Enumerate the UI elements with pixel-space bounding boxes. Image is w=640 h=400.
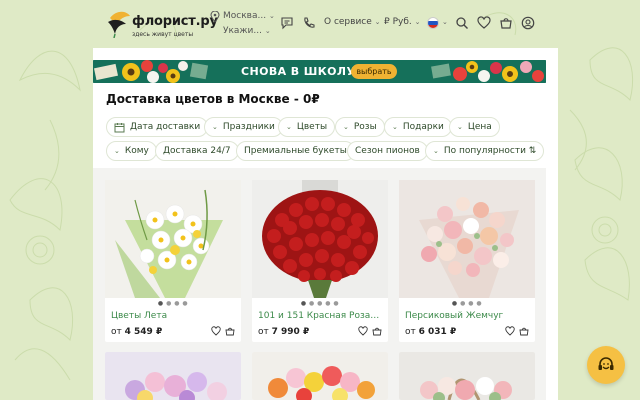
headset-icon <box>598 357 614 370</box>
product-image[interactable] <box>252 352 388 400</box>
add-to-cart-icon[interactable] <box>519 326 529 336</box>
site-header: флорист.ру здесь живут цветы Москва... ⌄… <box>0 0 640 48</box>
logo-text: флорист.ру <box>132 14 218 29</box>
about-service-menu[interactable]: О сервисе ⌄ <box>324 17 381 27</box>
filter-holidays[interactable]: ⌄ Праздники <box>204 117 283 137</box>
product-name[interactable]: 101 и 151 Красная Роза Ке... <box>258 311 382 321</box>
phone-icon[interactable] <box>301 15 317 31</box>
location-selector[interactable]: Москва... ⌄ Укажи... ⌄ <box>210 8 275 40</box>
chevron-down-icon: ⌄ <box>268 12 275 20</box>
search-icon[interactable] <box>454 15 470 31</box>
image-carousel-dots[interactable]: ● ● ● ● <box>399 301 535 307</box>
filter-premium-bouquets[interactable]: Премиальные букеты <box>236 141 355 161</box>
product-image[interactable] <box>399 352 535 400</box>
chevron-down-icon: ⌄ <box>392 123 398 131</box>
product-card[interactable] <box>252 352 388 400</box>
banner-choose-button[interactable]: выбрать <box>351 64 397 79</box>
logo-tagline: здесь живут цветы <box>132 31 194 38</box>
city-selector[interactable]: Москва... ⌄ <box>223 11 275 21</box>
chat-icon[interactable] <box>279 15 295 31</box>
image-carousel-dots[interactable]: ● ● ● ● <box>105 301 241 307</box>
product-card[interactable]: ● ● ● ● Персиковый Жемчуг от 6 031 ₽ <box>399 180 535 342</box>
chevron-down-icon: ⌄ <box>343 123 349 131</box>
page-title: Доставка цветов в Москве - 0₽ <box>106 92 320 106</box>
banner-flowers-left-image <box>93 60 213 83</box>
add-to-cart-icon[interactable] <box>225 326 235 336</box>
add-to-cart-icon[interactable] <box>372 326 382 336</box>
cart-icon[interactable] <box>498 15 514 31</box>
chevron-down-icon: ⌄ <box>114 147 120 155</box>
logo-flower-icon <box>108 11 130 38</box>
product-price: от 7 990 ₽ <box>258 327 310 337</box>
banner-flowers-right-image <box>426 60 546 83</box>
filter-peony-season[interactable]: Сезон пионов <box>347 141 428 161</box>
chevron-down-icon: ⌄ <box>414 18 421 26</box>
chevron-down-icon: ⌄ <box>457 123 463 131</box>
product-name[interactable]: Цветы Лета <box>111 311 235 321</box>
product-card[interactable]: ● ● ● ● ● 101 и 151 Красная Роза Ке... о… <box>252 180 388 342</box>
product-card[interactable] <box>105 352 241 400</box>
product-name[interactable]: Персиковый Жемчуг <box>405 311 529 321</box>
image-carousel-dots[interactable]: ● ● ● ● ● <box>252 301 388 307</box>
product-image[interactable] <box>105 180 241 298</box>
chevron-down-icon: ⌄ <box>433 147 439 155</box>
product-price: от 6 031 ₽ <box>405 327 457 337</box>
filter-roses[interactable]: ⌄ Розы <box>335 117 385 137</box>
support-chat-button[interactable] <box>587 346 625 384</box>
filter-flowers[interactable]: ⌄ Цветы <box>278 117 336 137</box>
user-icon[interactable] <box>520 15 536 31</box>
currency-selector[interactable]: ₽ Руб. ⌄ <box>384 17 421 27</box>
sort-by-popularity[interactable]: ⌄ По популярности ⇅ <box>425 141 545 161</box>
calendar-icon <box>114 122 125 132</box>
filter-gifts[interactable]: ⌄ Подарки <box>384 117 452 137</box>
add-to-favorites-icon[interactable] <box>211 326 221 336</box>
chevron-down-icon: ⌄ <box>286 123 292 131</box>
site-logo[interactable]: флорист.ру здесь живут цветы <box>106 8 218 40</box>
filter-delivery-24-7[interactable]: Доставка 24/7 <box>155 141 239 161</box>
chevron-down-icon: ⌄ <box>212 123 218 131</box>
add-to-favorites-icon[interactable] <box>505 326 515 336</box>
add-to-favorites-icon[interactable] <box>358 326 368 336</box>
filter-price[interactable]: ⌄ Цена <box>449 117 500 137</box>
location-pin-icon <box>210 11 220 23</box>
product-card[interactable] <box>399 352 535 400</box>
product-image[interactable] <box>399 180 535 298</box>
promo-banner[interactable]: СНОВА В ШКОЛУ выбрать <box>93 60 546 83</box>
language-chevron-icon[interactable]: ⌄ <box>442 18 448 26</box>
product-image[interactable] <box>105 352 241 400</box>
chevron-down-icon: ⌄ <box>264 27 271 35</box>
address-selector[interactable]: Укажи... ⌄ <box>223 26 271 36</box>
heart-icon[interactable] <box>476 15 492 31</box>
product-price: от 4 549 ₽ <box>111 327 163 337</box>
product-card[interactable]: ● ● ● ● Цветы Лета от 4 549 ₽ <box>105 180 241 342</box>
product-image[interactable] <box>252 180 388 298</box>
banner-title: СНОВА В ШКОЛУ <box>241 65 356 78</box>
flag-ru-icon[interactable] <box>427 17 439 29</box>
filter-recipient[interactable]: ⌄ Кому <box>106 141 157 161</box>
chevron-down-icon: ⌄ <box>374 18 381 26</box>
filter-delivery-date[interactable]: Дата доставки <box>106 117 209 137</box>
